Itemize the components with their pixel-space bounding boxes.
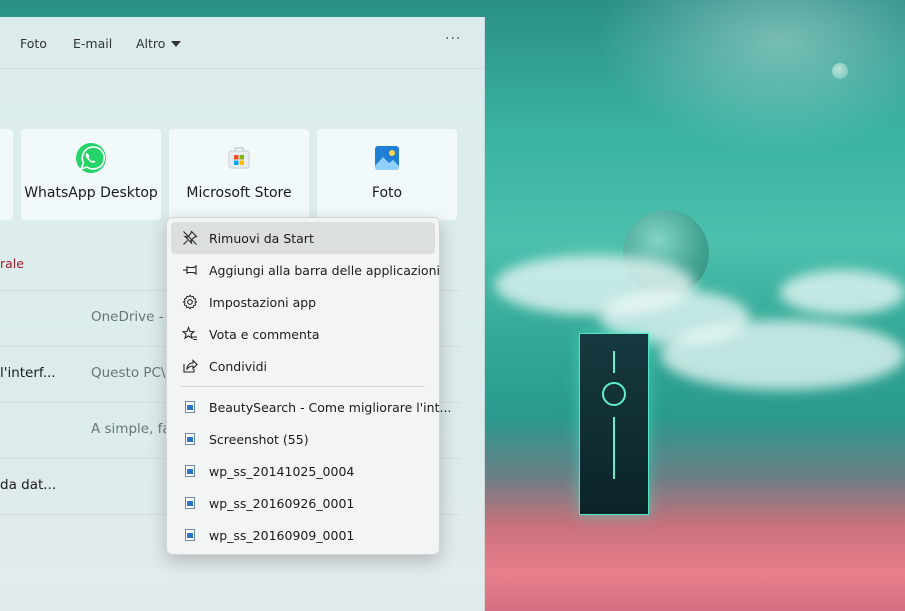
wallpaper-monolith [579, 333, 649, 515]
menu-item-label: wp_ss_20160926_0001 [209, 495, 355, 511]
list-item-source: A simple, fa [91, 421, 171, 437]
app-tile-foto[interactable]: Foto [317, 129, 457, 220]
menu-item-recent-file[interactable]: wp_ss_20160909_0001 [171, 519, 435, 551]
filter-more-label: Altro [136, 36, 166, 51]
menu-item-label: Rimuovi da Start [209, 230, 314, 246]
wallpaper-moon [832, 63, 848, 79]
photos-icon [375, 146, 399, 170]
image-file-icon [185, 465, 195, 477]
list-item-name: l'interf... [0, 365, 56, 381]
app-tile-label: Foto [371, 185, 403, 201]
app-tile-partial[interactable] [0, 129, 13, 220]
menu-item-share[interactable]: Condividi [171, 350, 435, 382]
menu-item-label: BeautySearch - Come migliorare l'int... [209, 399, 452, 415]
app-tile-label: WhatsApp Desktop [24, 185, 158, 201]
app-context-menu: Rimuovi da Start Aggiungi alla barra del… [166, 217, 451, 555]
menu-item-pin-to-taskbar[interactable]: Aggiungi alla barra delle applicazioni [171, 254, 440, 286]
list-item-source: OneDrive - [91, 309, 164, 325]
menu-item-label: wp_ss_20141025_0004 [209, 463, 355, 479]
star-review-icon [182, 326, 197, 341]
menu-item-unpin-from-start[interactable]: Rimuovi da Start [171, 222, 435, 254]
share-icon [183, 359, 198, 373]
search-filter-bar: Foto E-mail Altro ··· [0, 17, 484, 69]
list-item-name: da dat... [0, 477, 57, 493]
whatsapp-icon [76, 143, 106, 173]
filter-tab-foto[interactable]: Foto [20, 36, 47, 51]
more-options-icon[interactable]: ··· [445, 31, 461, 47]
menu-item-label: Impostazioni app [209, 294, 317, 310]
menu-item-recent-file[interactable]: wp_ss_20160926_0001 [171, 487, 435, 519]
image-file-icon [185, 433, 195, 445]
filter-tab-email[interactable]: E-mail [73, 36, 112, 51]
pin-taskbar-icon [183, 264, 197, 276]
list-item-source: Questo PC\ [91, 365, 166, 381]
chevron-down-icon [171, 40, 182, 47]
menu-item-app-settings[interactable]: Impostazioni app [171, 286, 435, 318]
menu-separator [181, 386, 425, 387]
unpin-icon [183, 230, 198, 245]
menu-item-label: Screenshot (55) [209, 431, 309, 447]
wallpaper-cloud [660, 320, 905, 390]
wallpaper-cloud [780, 270, 905, 315]
image-file-icon [185, 401, 195, 413]
menu-item-label: Aggiungi alla barra delle applicazioni [209, 262, 440, 278]
menu-item-rate-review[interactable]: Vota e commenta [171, 318, 435, 350]
image-file-icon [185, 529, 195, 541]
filter-more-dropdown[interactable]: Altro [136, 36, 182, 51]
menu-item-label: Vota e commenta [209, 326, 320, 342]
app-tile-label: Microsoft Store [186, 185, 292, 201]
menu-item-label: Condividi [209, 358, 267, 374]
section-heading: rale [0, 256, 24, 271]
image-file-icon [185, 497, 195, 509]
menu-item-label: wp_ss_20160909_0001 [209, 527, 355, 543]
app-tile-whatsapp[interactable]: WhatsApp Desktop [21, 129, 161, 220]
app-tile-microsoft-store[interactable]: Microsoft Store [169, 129, 309, 220]
gear-icon [182, 294, 198, 310]
store-icon [228, 147, 250, 169]
menu-item-recent-file[interactable]: BeautySearch - Come migliorare l'int... [171, 391, 451, 423]
menu-item-recent-file[interactable]: wp_ss_20141025_0004 [171, 455, 435, 487]
menu-item-recent-file[interactable]: Screenshot (55) [171, 423, 435, 455]
